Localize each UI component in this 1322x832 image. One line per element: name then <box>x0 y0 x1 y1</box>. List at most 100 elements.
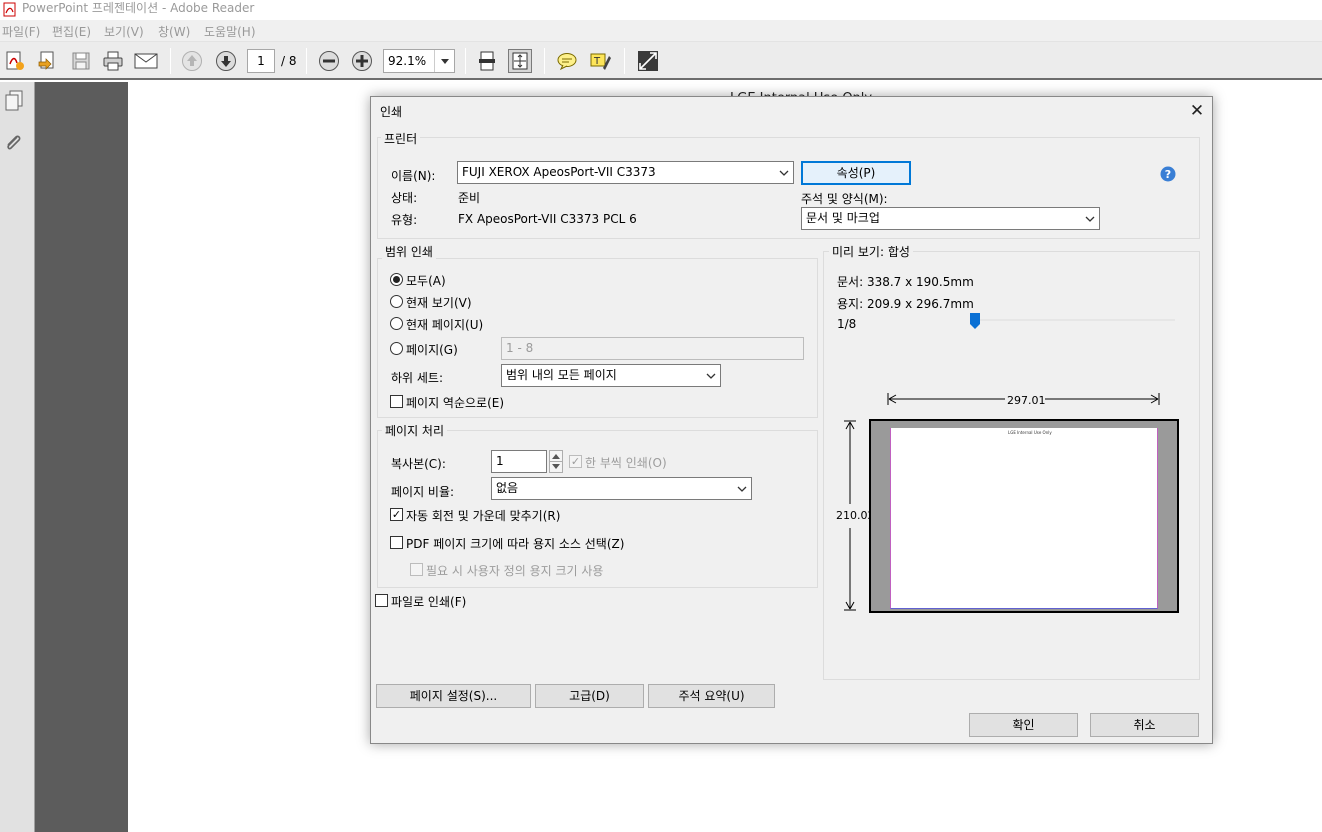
document-pane-background <box>35 82 128 832</box>
reverse-pages-checkbox[interactable] <box>390 395 403 408</box>
menu-file[interactable]: 파일(F) <box>2 23 40 40</box>
comments-forms-select[interactable]: 문서 및 마크업 <box>801 207 1100 230</box>
custom-paper-size-label[interactable]: 필요 시 사용자 정의 용지 크기 사용 <box>426 562 603 579</box>
preview-page-counter: 1/8 <box>837 317 857 331</box>
properties-button[interactable]: 속성(P) <box>801 161 911 185</box>
zoom-out-icon[interactable] <box>317 49 341 73</box>
page-handling-section-label: 페이지 처리 <box>382 422 448 439</box>
spin-up-icon[interactable] <box>552 453 560 459</box>
reverse-pages-label[interactable]: 페이지 역순으로(E) <box>406 394 504 411</box>
window-title: PowerPoint 프레젠테이션 - Adobe Reader <box>22 1 255 15</box>
zoom-select[interactable]: 92.1% <box>383 49 455 73</box>
printer-type-value: FX ApeosPort-VII C3373 PCL 6 <box>458 212 637 226</box>
page-thumbnails-icon[interactable] <box>4 90 24 112</box>
fit-page-icon[interactable] <box>508 49 532 73</box>
preview-page-header: LGE Internal Use Only <box>1008 430 1052 435</box>
custom-paper-size-checkbox[interactable] <box>410 563 423 576</box>
next-page-icon[interactable] <box>214 49 238 73</box>
subset-value: 범위 내의 모든 페이지 <box>506 368 617 382</box>
printer-status-value: 준비 <box>458 191 481 205</box>
toolbar: 1 / 8 92.1% T <box>0 42 1322 80</box>
preview-page-slider[interactable] <box>974 319 1175 321</box>
help-icon[interactable]: ? <box>1160 166 1176 182</box>
previous-page-icon[interactable] <box>180 49 204 73</box>
choose-paper-source-label[interactable]: PDF 페이지 크기에 따라 용지 소스 선택(Z) <box>406 535 624 552</box>
range-pages-label[interactable]: 페이지(G) <box>406 341 458 358</box>
zoom-in-icon[interactable] <box>350 49 374 73</box>
subset-label: 하위 세트: <box>391 371 444 385</box>
copies-label: 복사본(C): <box>391 457 446 471</box>
page-scaling-label: 페이지 비율: <box>391 485 455 499</box>
highlight-text-icon[interactable]: T <box>588 49 612 73</box>
menu-edit[interactable]: 편집(E) <box>52 23 91 40</box>
range-current-page-radio[interactable] <box>390 317 403 330</box>
range-pages-radio[interactable] <box>390 342 403 355</box>
pages-range-input[interactable]: 1 - 8 <box>501 337 804 360</box>
preview-paper: LGE Internal Use Only <box>869 419 1179 613</box>
preview-slider-thumb[interactable] <box>970 313 980 329</box>
summarize-comments-button[interactable]: 주석 요약(U) <box>648 684 775 708</box>
chevron-down-icon[interactable] <box>1081 208 1099 229</box>
choose-paper-source-checkbox[interactable] <box>390 536 403 549</box>
adobe-pdf-icon <box>3 2 16 17</box>
range-current-view-radio[interactable] <box>390 295 403 308</box>
subset-select[interactable]: 범위 내의 모든 페이지 <box>501 364 721 387</box>
printer-status-label: 상태: <box>391 191 418 205</box>
full-screen-icon[interactable] <box>636 49 660 73</box>
auto-rotate-checkbox[interactable]: ✓ <box>390 508 403 521</box>
printer-type-label: 유형: <box>391 213 418 227</box>
collate-label[interactable]: 한 부씩 인쇄(O) <box>585 454 667 471</box>
navigation-pane <box>0 82 35 832</box>
chevron-down-icon[interactable] <box>733 478 751 499</box>
preview-section-label: 미리 보기: 합성 <box>829 243 913 260</box>
menu-window[interactable]: 창(W) <box>158 23 190 40</box>
print-to-file-label[interactable]: 파일로 인쇄(F) <box>391 593 466 610</box>
page-number-input[interactable]: 1 <box>247 49 275 73</box>
comments-forms-label: 주석 및 양식(M): <box>801 192 888 206</box>
page-setup-button[interactable]: 페이지 설정(S)... <box>376 684 531 708</box>
chevron-down-icon[interactable] <box>775 162 793 183</box>
menu-help[interactable]: 도움말(H) <box>204 23 256 40</box>
printer-section-label: 프린터 <box>381 130 421 147</box>
preview-document-size: 문서: 338.7 x 190.5mm <box>837 275 974 289</box>
print-dialog: 인쇄 ✕ 프린터 이름(N): FUJI XEROX ApeosPort-VII… <box>370 96 1213 744</box>
range-current-view-label[interactable]: 현재 보기(V) <box>406 294 472 311</box>
collate-checkbox[interactable]: ✓ <box>569 455 582 468</box>
menu-bar: 파일(F) 편집(E) 보기(V) 창(W) 도움말(H) <box>0 20 1322 42</box>
zoom-value: 92.1% <box>388 54 427 68</box>
email-icon[interactable] <box>134 49 158 73</box>
fit-width-icon[interactable] <box>475 49 499 73</box>
attachments-icon[interactable] <box>2 132 24 154</box>
open-icon[interactable] <box>36 49 60 73</box>
print-to-file-checkbox[interactable] <box>375 594 388 607</box>
print-icon[interactable] <box>101 49 125 73</box>
svg-text:T: T <box>593 56 601 67</box>
spin-down-icon[interactable] <box>552 464 560 470</box>
chevron-down-icon[interactable] <box>434 50 454 72</box>
cancel-button[interactable]: 취소 <box>1090 713 1199 737</box>
copies-input[interactable]: 1 <box>491 450 547 473</box>
printer-name-select[interactable]: FUJI XEROX ApeosPort-VII C3373 <box>457 161 794 184</box>
ok-button[interactable]: 확인 <box>969 713 1078 737</box>
page-scaling-select[interactable]: 없음 <box>491 477 752 500</box>
comments-forms-value: 문서 및 마크업 <box>806 211 880 225</box>
comment-icon[interactable] <box>555 49 579 73</box>
save-icon[interactable] <box>69 49 93 73</box>
window-titlebar: PowerPoint 프레젠테이션 - Adobe Reader <box>0 0 1322 20</box>
range-current-page-label[interactable]: 현재 페이지(U) <box>406 316 483 333</box>
range-all-radio[interactable] <box>390 273 403 286</box>
preview-paper-size: 용지: 209.9 x 296.7mm <box>837 297 974 311</box>
preview-width-label: 297.01 <box>1007 394 1046 407</box>
create-pdf-icon[interactable] <box>3 49 27 73</box>
advanced-button[interactable]: 고급(D) <box>535 684 644 708</box>
dialog-title: 인쇄 <box>380 105 403 119</box>
copies-spinner[interactable] <box>549 450 563 473</box>
menu-view[interactable]: 보기(V) <box>104 23 144 40</box>
svg-text:?: ? <box>1165 168 1171 181</box>
printer-name-label: 이름(N): <box>391 169 436 183</box>
close-icon[interactable]: ✕ <box>1188 102 1206 120</box>
page-scaling-value: 없음 <box>496 481 519 495</box>
chevron-down-icon[interactable] <box>702 365 720 386</box>
auto-rotate-label[interactable]: 자동 회전 및 가운데 맞추기(R) <box>406 507 560 524</box>
range-all-label[interactable]: 모두(A) <box>406 272 446 289</box>
